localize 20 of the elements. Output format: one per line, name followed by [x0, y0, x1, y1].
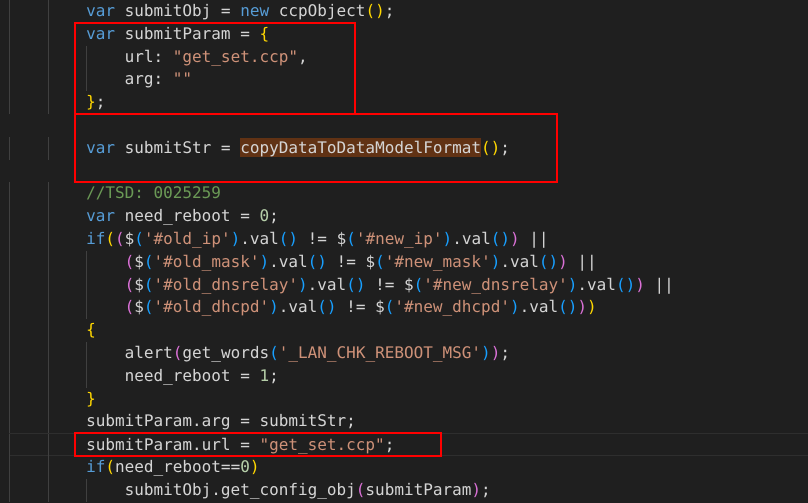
code-line: alert(get_words('_LAN_CHK_REBOOT_MSG'));: [9, 342, 808, 365]
code-line: var submitObj = new ccpObject();: [9, 0, 808, 23]
code-line: if(need_reboot==0): [9, 456, 808, 479]
code-line: var submitParam = {: [9, 22, 808, 46]
code-line: //TSD: 0025259: [9, 182, 808, 206]
code-line: url: "get_set.ccp",: [9, 46, 808, 68]
code-line: submitObj.get_config_obj(submitParam);: [9, 478, 808, 502]
code-line: arg: "": [9, 68, 808, 92]
code-line: submitParam.arg = submitStr;: [9, 410, 808, 434]
code-line: ($('#old_mask').val() != $('#new_mask').val()) ||: [9, 250, 808, 274]
code-line: submitParam.url = "get_set.ccp";: [9, 433, 808, 456]
code-line: if(($('#old_ip').val() != $('#new_ip').val()) ||: [9, 228, 808, 251]
code-line: ($('#old_dnsrelay').val() != $('#new_dnsrelay').val()) ||: [9, 274, 808, 296]
code-line: ($('#old_dhcpd').val() != $('#new_dhcpd').val())): [9, 296, 808, 320]
code-line: {: [9, 319, 808, 342]
code-line: };: [9, 91, 808, 114]
code-line: need_reboot = 1;: [9, 364, 808, 388]
code-line: var need_reboot = 0;: [9, 205, 808, 228]
code-line: }: [9, 388, 808, 410]
code-line: var submitStr = copyDataToDataModelFormat();: [9, 136, 808, 160]
